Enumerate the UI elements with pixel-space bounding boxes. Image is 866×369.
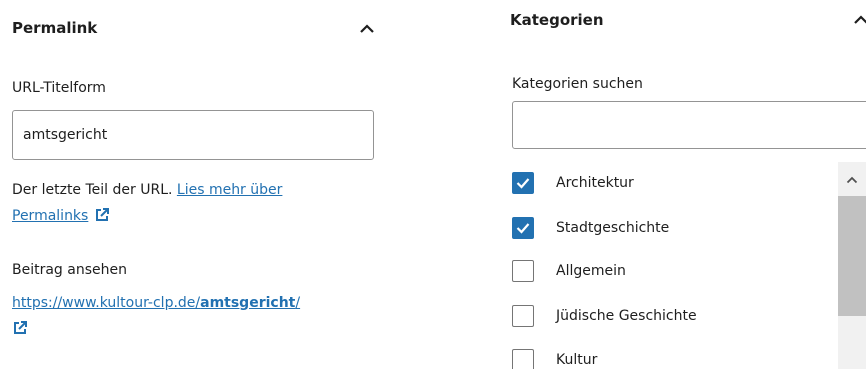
- slug-help-text: Der letzte Teil der URL. Lies mehr über …: [12, 177, 392, 232]
- post-url-end: /: [295, 295, 301, 311]
- category-label: Allgemein: [556, 263, 626, 279]
- category-label: Stadtgeschichte: [556, 220, 670, 236]
- external-link-icon: [94, 206, 110, 232]
- external-link-icon: [12, 319, 28, 345]
- chevron-up-icon: [360, 24, 374, 33]
- permalink-help-link[interactable]: Lies mehr über: [177, 182, 283, 198]
- categories-collapse-button[interactable]: [848, 9, 866, 31]
- permalink-panel: Permalink URL-Titelform Der letzte Teil …: [0, 0, 400, 369]
- category-checkbox[interactable]: [512, 349, 534, 369]
- category-label: Jüdische Geschichte: [556, 308, 697, 324]
- slug-label: URL-Titelform: [12, 80, 106, 96]
- category-item-stadtgeschichte[interactable]: Stadtgeschichte: [512, 215, 669, 241]
- permalink-panel-title[interactable]: Permalink: [12, 19, 97, 37]
- category-item-allgemein[interactable]: Allgemein: [512, 258, 626, 284]
- permalink-help-link-cont[interactable]: Permalinks: [12, 208, 88, 224]
- view-post-url: https://www.kultour-clp.de/amtsgericht/: [12, 290, 392, 345]
- category-label: Kultur: [556, 352, 598, 368]
- post-url-base: https://www.kultour-clp.de/: [12, 295, 201, 311]
- category-search-label: Kategorien suchen: [512, 76, 643, 92]
- view-post-label: Beitrag ansehen: [12, 262, 127, 278]
- scroll-up-arrow-icon: [846, 176, 858, 184]
- category-checkbox[interactable]: [512, 172, 534, 194]
- category-checkbox[interactable]: [512, 260, 534, 282]
- scrollbar-thumb[interactable]: [838, 196, 866, 316]
- checkmark-icon: [516, 178, 530, 189]
- category-label: Architektur: [556, 175, 634, 191]
- category-item-architektur[interactable]: Architektur: [512, 170, 634, 196]
- categories-panel: Kategorien Kategorien suchen Architektur: [500, 0, 866, 369]
- category-item-juedische-geschichte[interactable]: Jüdische Geschichte: [512, 303, 697, 329]
- category-list: Architektur Stadtgeschichte Allgemein Jü…: [500, 160, 866, 369]
- scroll-up-button[interactable]: [838, 170, 866, 190]
- slug-input[interactable]: [12, 110, 374, 160]
- editor-sidebar: Permalink URL-Titelform Der letzte Teil …: [0, 0, 866, 369]
- post-url-slug: amtsgericht: [200, 295, 296, 311]
- category-checkbox[interactable]: [512, 217, 534, 239]
- category-list-scrollbar[interactable]: [838, 162, 866, 369]
- help-prefix: Der letzte Teil der URL.: [12, 182, 177, 198]
- category-item-kultur[interactable]: Kultur: [512, 347, 597, 369]
- categories-panel-title[interactable]: Kategorien: [510, 11, 604, 29]
- chevron-up-icon: [854, 15, 866, 24]
- category-search-input[interactable]: [512, 101, 866, 149]
- permalink-collapse-button[interactable]: [354, 18, 380, 40]
- post-url-link[interactable]: https://www.kultour-clp.de/amtsgericht/: [12, 295, 300, 311]
- category-checkbox[interactable]: [512, 305, 534, 327]
- checkmark-icon: [516, 223, 530, 234]
